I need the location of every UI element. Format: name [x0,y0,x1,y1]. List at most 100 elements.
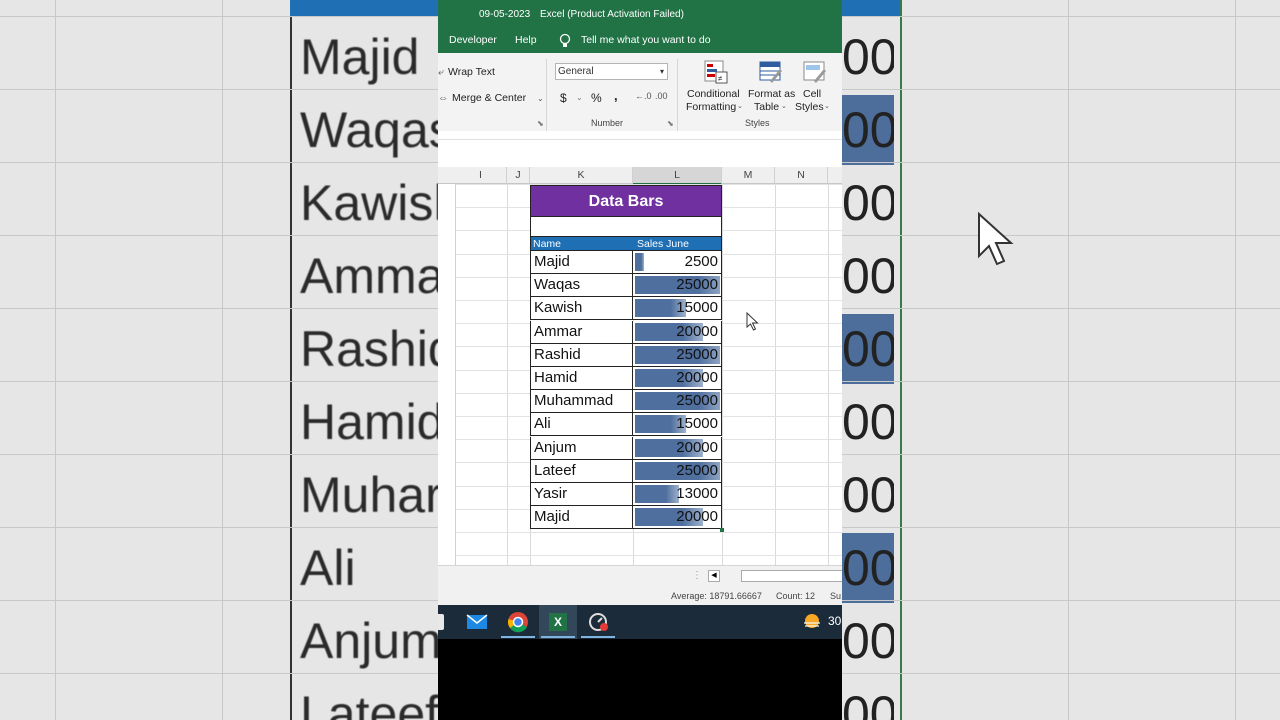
chevron-down-icon: ⌄ [737,103,743,110]
cell-styles-label-2: Styles [795,101,824,113]
sales-cell[interactable]: 25000 [633,390,722,413]
sales-cell[interactable]: 13000 [633,483,722,506]
decrease-decimal-icon[interactable]: .00 [655,91,668,101]
bg-cursor-icon [978,212,1014,266]
sales-value: 13000 [676,485,718,502]
tab-help[interactable]: Help [515,34,537,46]
column-header-n[interactable]: N [775,167,828,184]
chrome-icon[interactable] [507,611,529,633]
bg-header-right [842,0,900,16]
tab-developer[interactable]: Developer [449,34,497,46]
status-average: Average: 18791.66667 [671,591,762,601]
column-header-l[interactable]: L [633,167,722,185]
bg-name: Muhar [300,467,442,523]
sales-value: 20000 [676,323,718,340]
sheet-tabs-bar: ⋮ ◀ [438,565,842,588]
wrap-text-button[interactable]: ⤶ Wrap Text [438,66,495,79]
screen-recorder-icon[interactable] [588,611,610,633]
bg-name: Anjum [300,613,442,669]
header-name[interactable]: Name [533,237,561,252]
chevron-down-icon: ⌄ [537,94,544,103]
data-bar [635,485,679,503]
sales-value: 2500 [684,253,718,270]
column-header-m[interactable]: M [722,167,775,184]
cell-styles-button[interactable]: Cell Styles ⌄ [792,57,836,115]
file-explorer-icon[interactable] [438,614,444,630]
name-cell[interactable]: Yasir [530,483,633,506]
excel-taskbar-button[interactable]: X [539,605,577,639]
cell-styles-icon [803,61,826,83]
sales-value: 25000 [676,462,718,479]
dialog-launcher-icon[interactable]: ⬊ [667,119,674,128]
excel-window: 09-05-2023 Excel (Product Activation Fai… [438,0,842,720]
percent-button[interactable]: % [591,91,602,105]
mail-icon[interactable] [466,613,488,631]
format-as-table-button[interactable]: Format as Table ⌄ [746,57,795,115]
tell-me-search[interactable]: Tell me what you want to do [581,34,711,46]
bg-number: 00 [842,29,894,85]
bg-number: 00 [842,540,894,596]
bg-number: 00 [842,394,894,450]
ribbon-tabs: Developer Help Tell me what you want to … [438,30,842,53]
app-title: Excel (Product Activation Failed) [540,9,684,20]
fill-handle[interactable] [720,528,724,532]
name-cell[interactable]: Ali [530,413,633,436]
name-cell[interactable]: Hamid [530,367,633,390]
splitter-icon[interactable]: ⋮ [692,570,702,581]
wrap-text-label: Wrap Text [448,66,495,78]
name-cell[interactable]: Majid [530,251,633,274]
sales-cell[interactable]: 20000 [633,506,722,529]
sales-cell[interactable]: 20000 [633,367,722,390]
row-headers[interactable] [438,184,456,565]
merge-center-button[interactable]: ⇔ Merge & Center ⌄ [438,92,544,104]
name-cell[interactable]: Waqas [530,274,633,297]
sales-value: 20000 [676,508,718,525]
format-table-label-2: Table [754,101,780,113]
bg-name: Waqas [300,102,454,158]
dialog-launcher-icon[interactable]: ⬊ [537,119,544,128]
bg-name: Lateef [300,686,440,720]
sales-cell[interactable]: 25000 [633,460,722,483]
select-all-corner[interactable] [438,167,456,184]
name-cell[interactable]: Anjum [530,437,633,460]
horizontal-scrollbar[interactable] [741,570,842,582]
conditional-formatting-button[interactable]: ≠ Conditional Formatting ⌄ [684,57,746,115]
name-cell[interactable]: Kawish [530,297,633,320]
sales-value: 15000 [676,299,718,316]
increase-decimal-icon[interactable]: ←.0 [635,91,652,101]
format-as-table-icon [759,61,782,83]
bg-name: Kawish [300,175,462,231]
sales-value: 20000 [676,369,718,386]
sales-cell[interactable]: 20000 [633,321,722,344]
sales-value: 25000 [676,276,718,293]
sales-cell[interactable]: 25000 [633,274,722,297]
name-cell[interactable]: Rashid [530,344,633,367]
header-sales[interactable]: Sales June [637,237,689,252]
sales-cell[interactable]: 25000 [633,344,722,367]
number-format-dropdown[interactable]: General ▾ [555,63,668,80]
comma-button[interactable]: , [614,88,618,103]
chevron-down-icon: ⌄ [781,103,787,110]
sales-cell[interactable]: 2500 [633,251,722,274]
table-title[interactable]: Data Bars [530,185,722,217]
styles-group-label: Styles [745,118,770,128]
scroll-left-icon[interactable]: ◀ [708,570,720,582]
column-header-i[interactable]: I [455,167,507,184]
sales-cell[interactable]: 15000 [633,413,722,436]
bg-name: Rashid [300,321,456,377]
sales-cell[interactable]: 15000 [633,297,722,320]
column-header-j[interactable]: J [507,167,530,184]
number-group-label: Number [591,118,624,128]
sales-cell[interactable]: 20000 [633,437,722,460]
currency-button[interactable]: $ [560,91,567,105]
name-cell[interactable]: Ammar [530,321,633,344]
name-cell[interactable]: Lateef [530,460,633,483]
name-cell[interactable]: Majid [530,506,633,529]
column-header-k[interactable]: K [530,167,633,184]
sales-value: 25000 [676,392,718,409]
ribbon: ⤶ Wrap Text ⇔ Merge & Center ⌄ General ▾ $… [438,53,842,132]
empty-row[interactable] [530,217,722,236]
merge-icon: ⇔ [438,92,449,104]
name-cell[interactable]: Muhammad [530,390,633,413]
bg-number: 00 [842,467,894,523]
